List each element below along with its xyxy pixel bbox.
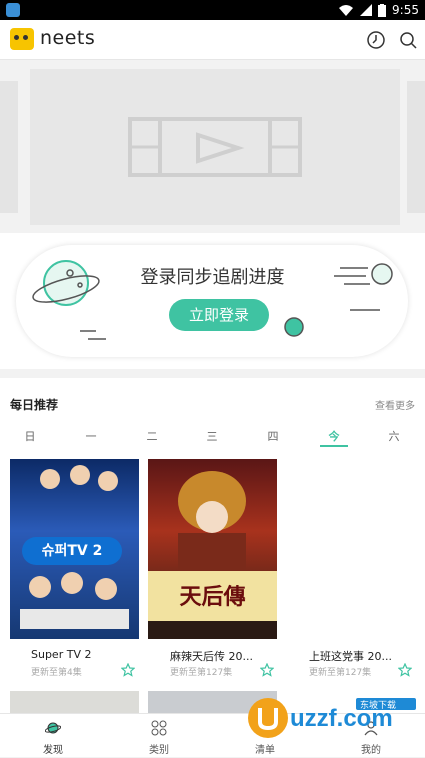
weekday-tabs: 日 一 二 三 四 今 六 [0, 428, 425, 450]
poster-1-title: 슈퍼TV 2 [22, 537, 122, 565]
uzzf-watermark-logo: uzzf.com 东坡下载 [248, 698, 416, 738]
show-poster-2[interactable]: 天后傳 [148, 459, 277, 639]
tab-profile-label: 我的 [361, 745, 381, 756]
poster-2-title: 天后傳 [179, 584, 246, 610]
show-name-1[interactable]: Super TV 2 [31, 648, 151, 661]
favorite-star-icon[interactable] [260, 663, 274, 677]
view-more-link[interactable]: 查看更多 [375, 397, 415, 412]
tab-list-label: 清单 [255, 745, 275, 756]
tab-discover-label: 发现 [43, 745, 63, 756]
show-poster-1[interactable]: 슈퍼TV 2 [10, 459, 139, 639]
carousel-prev-slide[interactable] [0, 81, 18, 213]
notification-app-icon [6, 3, 20, 17]
status-icons: 9:55 [338, 3, 419, 17]
video-placeholder-icon [128, 117, 302, 177]
carousel-next-slide[interactable] [407, 81, 425, 213]
tab-weekday-sat[interactable]: 六 [374, 428, 414, 444]
planet-icon [45, 722, 61, 734]
app-bar: neets [0, 20, 425, 60]
login-button[interactable]: 立即登录 [169, 299, 269, 331]
show-poster-4[interactable] [10, 691, 139, 713]
hero-carousel[interactable] [0, 61, 425, 233]
login-title: 登录同步追剧进度 [140, 267, 285, 288]
tab-category-label: 类别 [149, 745, 169, 756]
wifi-icon [339, 5, 354, 16]
neets-logo [10, 28, 34, 50]
section-title: 每日推荐 [10, 398, 59, 412]
tab-weekday-sun[interactable]: 日 [10, 428, 50, 444]
grid-circles-icon [151, 720, 167, 736]
status-bar: 9:55 [0, 0, 425, 20]
show-name-3[interactable]: 上班这党事 20... [309, 648, 425, 664]
tab-weekday-thu[interactable]: 四 [253, 428, 293, 444]
favorite-star-icon[interactable] [398, 663, 412, 677]
login-card: 登录同步追剧进度 立即登录 [0, 233, 425, 369]
tab-weekday-wed[interactable]: 三 [192, 428, 232, 444]
battery-icon [378, 3, 387, 17]
dash-lines-icon [80, 330, 106, 340]
carousel-slide[interactable] [30, 69, 400, 225]
tab-weekday-today[interactable]: 今 [314, 428, 354, 447]
poster-2-banner: 天后傳 [148, 571, 277, 621]
show-name-2[interactable]: 麻辣天后传 20... [170, 648, 290, 664]
app-title: neets [40, 27, 96, 49]
tab-weekday-mon[interactable]: 一 [71, 428, 111, 444]
tab-discover[interactable]: 发现 [0, 714, 106, 758]
history-icon[interactable] [366, 30, 386, 50]
watermark-subtext: 东坡下载 [360, 699, 396, 711]
favorite-star-icon[interactable] [121, 663, 135, 677]
tab-category[interactable]: 类别 [106, 714, 212, 758]
small-planet-icon [284, 317, 304, 337]
signal-icon [360, 4, 373, 16]
status-time: 9:55 [392, 3, 419, 17]
tab-weekday-tue[interactable]: 二 [132, 428, 172, 444]
search-icon[interactable] [398, 30, 418, 50]
daily-recommend-section: 每日推荐 查看更多 日 一 二 三 四 今 六 슈퍼TV 2 天后傳 Super… [0, 378, 425, 713]
